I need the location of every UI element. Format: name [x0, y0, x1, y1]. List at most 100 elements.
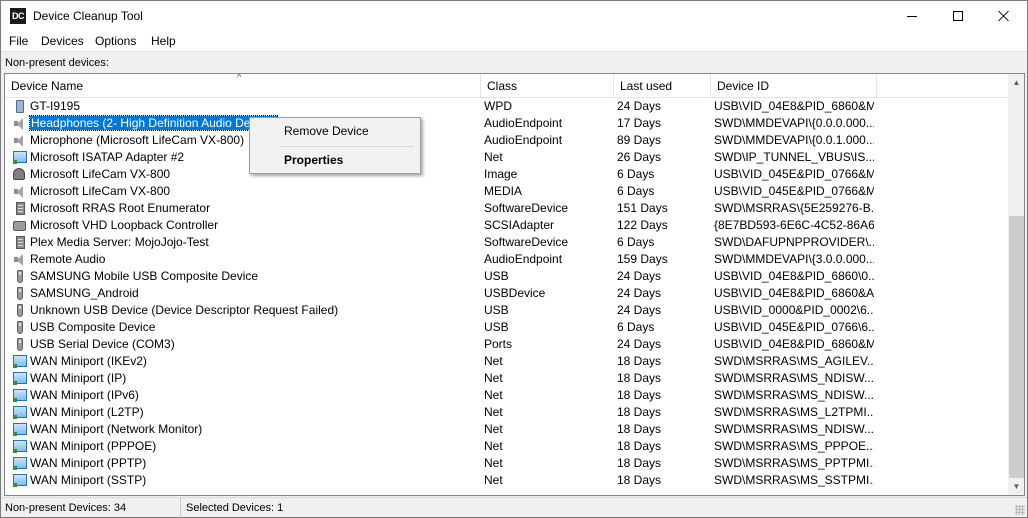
menu-help[interactable]: Help: [151, 34, 176, 48]
table-row[interactable]: Microsoft RRAS Root Enumerator SoftwareDe…: [5, 200, 1008, 217]
device-name-cell: Microsoft LifeCam VX-800: [29, 183, 479, 200]
last-used-cell: 18 Days: [617, 405, 662, 419]
device-name-text: WAN Miniport (IPv6): [30, 388, 139, 402]
device-name-text: WAN Miniport (IP): [30, 371, 127, 385]
network-icon: [13, 474, 27, 487]
device-id-cell: SWD\MSRRAS\MS_NDISW...: [714, 422, 874, 436]
last-used-cell: 18 Days: [617, 422, 662, 436]
speaker-icon: [13, 185, 25, 198]
column-header-device-id[interactable]: Device ID: [711, 74, 877, 98]
device-class-cell: Ports: [484, 337, 513, 351]
table-row[interactable]: GT-I9195 WPD 24 Days USB\VID_04E8&PID_6860&…: [5, 98, 1008, 115]
server-icon: [16, 202, 25, 215]
usb-icon: [17, 338, 23, 351]
table-row[interactable]: Remote Audio AudioEndpoint 159 Days SWD\MMD…: [5, 251, 1008, 268]
device-icon-cell: [13, 269, 27, 283]
column-header-class[interactable]: Class: [481, 74, 614, 98]
scroll-down-icon[interactable]: ▼: [1008, 478, 1024, 495]
table-row[interactable]: USB Composite Device USB 6 Days USB\VID_045…: [5, 319, 1008, 336]
table-row[interactable]: WAN Miniport (IP) Net 18 Days SWD\MSRRAS\MS…: [5, 370, 1008, 387]
column-header-device-name[interactable]: Device Name ^: [5, 74, 481, 98]
device-icon-cell: [13, 235, 27, 249]
last-used-cell: 24 Days: [617, 99, 662, 113]
device-class-cell: Net: [484, 439, 503, 453]
device-name-text: USB Serial Device (COM3): [30, 337, 175, 351]
last-used-cell: 6 Days: [617, 184, 655, 198]
device-name-text: Remote Audio: [30, 252, 106, 266]
device-name-text: WAN Miniport (PPTP): [30, 456, 147, 470]
menu-devices[interactable]: Devices: [41, 34, 84, 48]
remove-device-menu-item[interactable]: Remove Device: [284, 124, 369, 138]
table-row[interactable]: USB Serial Device (COM3) Ports 24 Days USB\…: [5, 336, 1008, 353]
device-class-cell: SoftwareDevice: [484, 201, 569, 215]
table-row[interactable]: WAN Miniport (L2TP) Net 18 Days SWD\MSRRAS\…: [5, 404, 1008, 421]
device-class-cell: Net: [484, 371, 503, 385]
device-class-cell: Net: [484, 473, 503, 487]
device-name-text: Microsoft VHD Loopback Controller: [30, 218, 219, 232]
scroll-up-icon[interactable]: ▲: [1008, 74, 1024, 91]
properties-menu-item[interactable]: Properties: [284, 153, 343, 167]
device-name-text: WAN Miniport (IKEv2): [30, 354, 147, 368]
device-name-cell: WAN Miniport (SSTP): [29, 472, 479, 489]
device-id-cell: SWD\MSRRAS\MS_PPTPMI...: [714, 456, 874, 470]
table-row[interactable]: Headphones (2- High Definition Audio Dev…: [5, 115, 1008, 132]
menu-file[interactable]: File: [9, 34, 28, 48]
scroll-thumb[interactable]: [1009, 216, 1024, 478]
table-row[interactable]: WAN Miniport (Network Monitor) Net 18 Days…: [5, 421, 1008, 438]
table-row[interactable]: Unknown USB Device (Device Descriptor Re…: [5, 302, 1008, 319]
table-row[interactable]: WAN Miniport (IPv6) Net 18 Days SWD\MSRRAS\…: [5, 387, 1008, 404]
disk-icon: [13, 221, 26, 231]
maximize-button[interactable]: [935, 1, 981, 31]
column-header-last-used[interactable]: Last used: [614, 74, 711, 98]
table-row[interactable]: SAMSUNG_Android USBDevice 24 Days USB\VID_0…: [5, 285, 1008, 302]
table-row[interactable]: Plex Media Server: MojoJojo-Test Software…: [5, 234, 1008, 251]
minimize-button[interactable]: [889, 1, 935, 31]
device-id-cell: USB\VID_04E8&PID_6860&M...: [714, 337, 874, 351]
device-icon-cell: [13, 388, 27, 402]
column-header-label: Device Name: [11, 79, 84, 93]
device-name-text: WAN Miniport (SSTP): [30, 473, 147, 487]
table-row[interactable]: Microsoft LifeCam VX-800 MEDIA 6 Days USB\V…: [5, 183, 1008, 200]
device-id-cell: SWD\MSRRAS\MS_NDISW...: [714, 371, 874, 385]
table-row[interactable]: WAN Miniport (SSTP) Net 18 Days SWD\MSRRAS\…: [5, 472, 1008, 489]
device-list[interactable]: Device Name ^ Class Last used Device ID …: [4, 73, 1025, 496]
network-icon: [13, 423, 27, 436]
device-class-cell: MEDIA: [484, 184, 523, 198]
camera-icon: [13, 168, 25, 180]
last-used-cell: 24 Days: [617, 286, 662, 300]
last-used-cell: 18 Days: [617, 456, 662, 470]
vertical-scrollbar[interactable]: ▲ ▼: [1008, 74, 1024, 495]
table-row[interactable]: Microphone (Microsoft LifeCam VX-800) Aud…: [5, 132, 1008, 149]
device-name-text: Microsoft ISATAP Adapter #2: [30, 150, 185, 164]
section-label: Non-present devices:: [5, 57, 109, 69]
window-title: Device Cleanup Tool: [33, 9, 143, 23]
device-name-cell: USB Serial Device (COM3): [29, 336, 479, 353]
table-row[interactable]: WAN Miniport (IKEv2) Net 18 Days SWD\MSRRAS…: [5, 353, 1008, 370]
title-bar[interactable]: DC Device Cleanup Tool: [1, 1, 1027, 31]
table-row[interactable]: WAN Miniport (PPPOE) Net 18 Days SWD\MSRRAS…: [5, 438, 1008, 455]
table-row[interactable]: Microsoft VHD Loopback Controller SCSIAda…: [5, 217, 1008, 234]
device-name-cell: Remote Audio: [29, 251, 479, 268]
app-icon: DC: [10, 8, 26, 24]
table-row[interactable]: Microsoft LifeCam VX-800 Image 6 Days USB\V…: [5, 166, 1008, 183]
device-id-cell: USB\VID_0000&PID_0002\6...: [714, 303, 874, 317]
network-icon: [13, 406, 27, 419]
device-class-cell: SoftwareDevice: [484, 235, 569, 249]
table-row[interactable]: SAMSUNG Mobile USB Composite Device USB 24…: [5, 268, 1008, 285]
device-icon-cell: [13, 337, 27, 351]
close-button[interactable]: [981, 1, 1027, 31]
menu-options[interactable]: Options: [95, 34, 136, 48]
device-class-cell: Net: [484, 456, 503, 470]
resize-grip-icon[interactable]: [1015, 505, 1025, 515]
table-row[interactable]: WAN Miniport (PPTP) Net 18 Days SWD\MSRRAS\…: [5, 455, 1008, 472]
network-icon: [13, 372, 27, 385]
device-icon-cell: [13, 303, 27, 317]
network-icon: [13, 389, 27, 402]
device-name-cell: WAN Miniport (PPPOE): [29, 438, 479, 455]
status-selected-count: Selected Devices: 1: [186, 502, 284, 514]
device-id-cell: SWD\MSRRAS\MS_NDISW...: [714, 388, 874, 402]
device-id-cell: SWD\MMDEVAPI\{0.0.1.000...: [714, 133, 874, 147]
device-name-text: GT-I9195: [30, 99, 81, 113]
table-row[interactable]: Microsoft ISATAP Adapter #2 Net 26 Days SWD…: [5, 149, 1008, 166]
device-icon-cell: [13, 354, 27, 368]
